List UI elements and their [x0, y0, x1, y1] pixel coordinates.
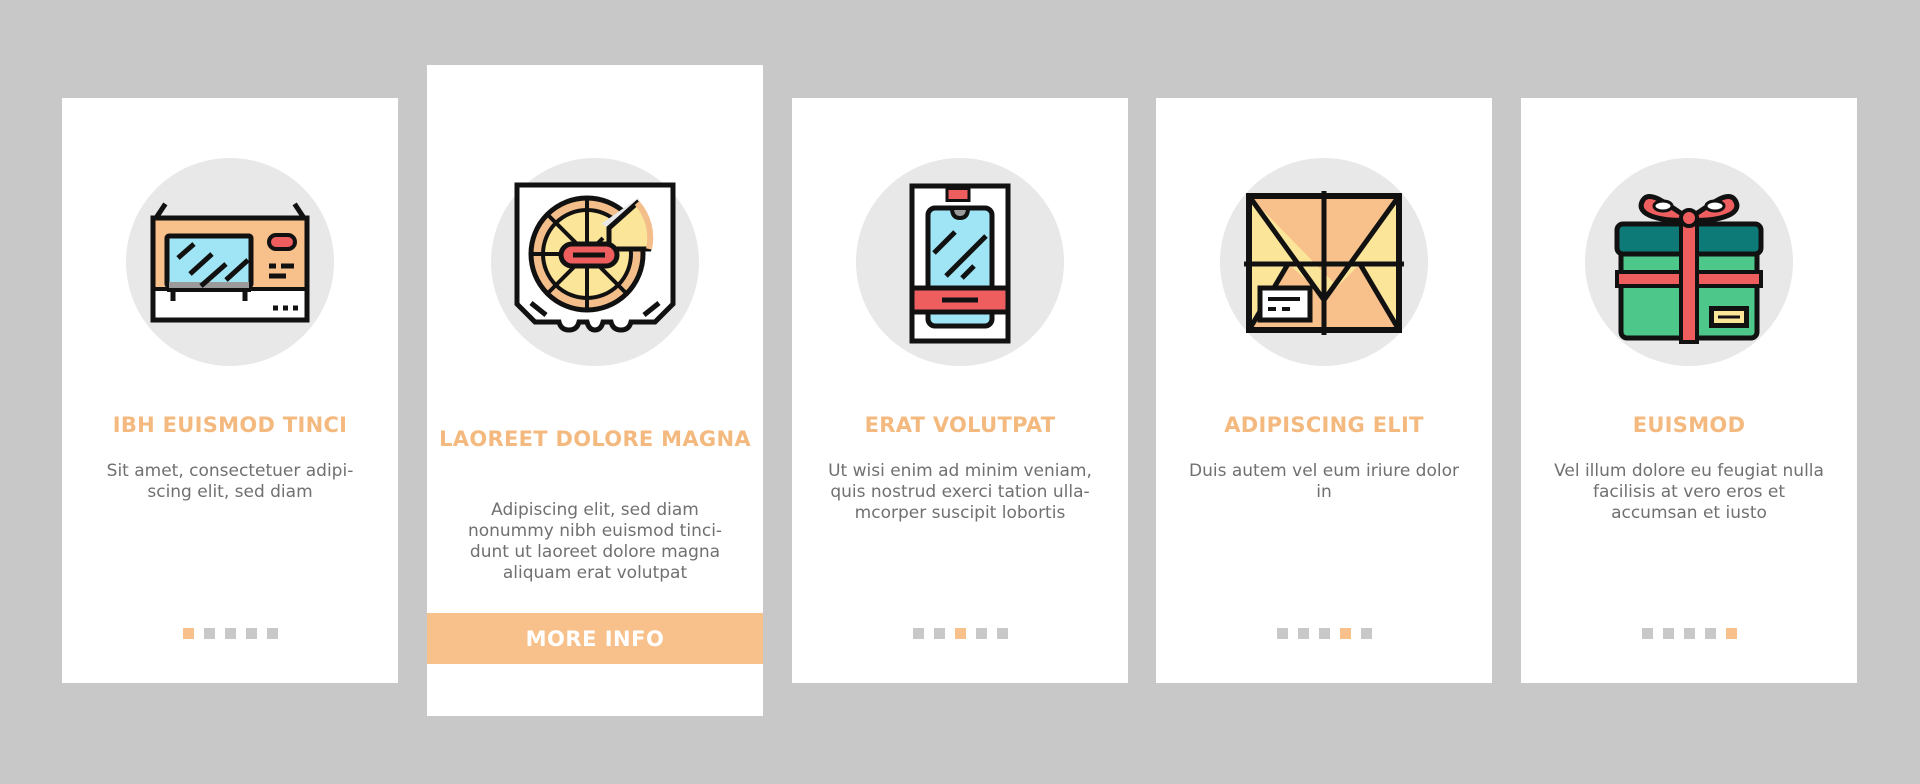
pagination-dots [62, 628, 398, 639]
pagination-dot-5[interactable] [266, 628, 278, 639]
parcel-icon [1220, 158, 1428, 366]
onboarding-card-3: ERAT VOLUTPAT Ut wisi enim ad minim veni… [792, 98, 1128, 683]
pagination-dot-2[interactable] [1297, 628, 1309, 639]
card-title: ERAT VOLUTPAT [864, 413, 1056, 437]
card-title: EUISMOD [1632, 413, 1746, 437]
pagination-dots [1156, 628, 1492, 639]
onboarding-card-2: LAOREET DOLORE MAGNA Adipiscing elit, se… [427, 65, 763, 716]
pizza-box-icon [491, 158, 699, 366]
pagination-dots [792, 628, 1128, 639]
more-info-button[interactable]: MORE INFO [427, 613, 763, 664]
pagination-dot-2[interactable] [933, 628, 945, 639]
pagination-dot-1[interactable] [1276, 628, 1288, 639]
pagination-dot-3[interactable] [224, 628, 236, 639]
onboarding-card-1: IBH EUISMOD TINCI Sit amet, consectetuer… [62, 98, 398, 683]
pagination-dot-3[interactable] [954, 628, 966, 639]
pagination-dot-3[interactable] [1318, 628, 1330, 639]
pagination-dots [1521, 628, 1857, 639]
onboarding-card-5: EUISMOD Vel illum dolore eu feugiat null… [1521, 98, 1857, 683]
pagination-dot-5[interactable] [996, 628, 1008, 639]
pagination-dot-2[interactable] [203, 628, 215, 639]
pagination-dot-5[interactable] [1725, 628, 1737, 639]
card-title: IBH EUISMOD TINCI [112, 413, 348, 437]
pagination-dot-1[interactable] [912, 628, 924, 639]
pagination-dot-3[interactable] [1683, 628, 1695, 639]
pagination-dot-4[interactable] [1704, 628, 1716, 639]
pagination-dot-1[interactable] [182, 628, 194, 639]
pagination-dot-1[interactable] [1641, 628, 1653, 639]
pagination-dot-4[interactable] [245, 628, 257, 639]
card-description: Ut wisi enim ad minim veniam, quis nostr… [828, 461, 1092, 523]
card-description: Adipiscing elit, sed diam nonummy nibh e… [467, 500, 723, 583]
card-description: Vel illum dolore eu feugiat nulla facili… [1554, 461, 1824, 523]
pagination-dot-4[interactable] [1339, 628, 1351, 639]
pagination-dot-2[interactable] [1662, 628, 1674, 639]
card-title: ADIPISCING ELIT [1224, 413, 1424, 437]
card-description: Sit amet, consectetuer adipi- scing elit… [106, 461, 354, 502]
card-description: Duis autem vel eum iriure dolor in [1189, 461, 1459, 502]
onboarding-card-4: ADIPISCING ELIT Duis autem vel eum iriur… [1156, 98, 1492, 683]
microwave-icon [126, 158, 334, 366]
card-title: LAOREET DOLORE MAGNA [439, 427, 751, 451]
phone-box-icon [856, 158, 1064, 366]
gift-box-icon [1585, 158, 1793, 366]
pagination-dot-4[interactable] [975, 628, 987, 639]
pagination-dot-5[interactable] [1360, 628, 1372, 639]
